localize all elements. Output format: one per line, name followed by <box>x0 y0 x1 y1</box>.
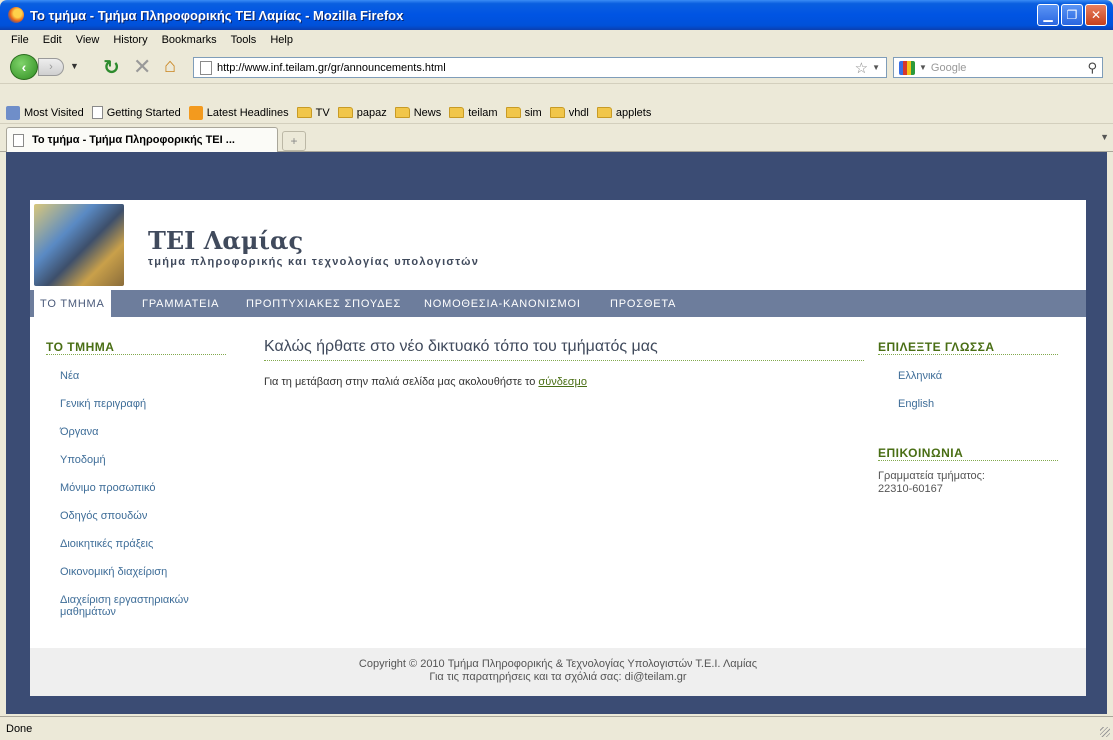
left-link-lab-courses[interactable]: Διαχείριση εργαστηριακών <box>60 594 189 606</box>
home-icon[interactable]: ⌂ <box>164 55 176 78</box>
left-link-general-description[interactable]: Γενική περιγραφή <box>60 398 146 410</box>
tab-list-dropdown-icon[interactable]: ▼ <box>1100 132 1109 142</box>
search-icon[interactable]: ⚲ <box>1087 60 1097 76</box>
bookmark-teilam[interactable]: teilam <box>449 107 498 119</box>
left-link-administrative-acts[interactable]: Διοικητικές πράξεις <box>60 538 153 550</box>
search-engine-dropdown-icon[interactable]: ▼ <box>919 63 927 72</box>
lang-greek[interactable]: Ελληνικά <box>898 370 942 382</box>
url-bar[interactable]: http://www.inf.teilam.gr/gr/announcement… <box>193 57 887 78</box>
search-input[interactable]: Google <box>931 62 1088 74</box>
footer-contact: Για τις παρατηρήσεις και τα σχόλιά σας: … <box>429 671 687 683</box>
bookmark-latest-headlines[interactable]: Latest Headlines <box>188 105 289 120</box>
folder-icon <box>549 107 565 118</box>
bookmark-most-visited[interactable]: Most Visited <box>6 105 84 120</box>
close-button[interactable]: ✕ <box>1085 4 1107 26</box>
back-button[interactable]: ‹ <box>10 54 38 80</box>
bookmark-tv[interactable]: TV <box>296 107 330 119</box>
menu-bookmarks[interactable]: Bookmarks <box>155 34 224 46</box>
minimize-button[interactable]: ▁ <box>1037 4 1059 26</box>
lang-english[interactable]: English <box>898 398 934 410</box>
folder-icon <box>505 107 521 118</box>
nav-undergraduate[interactable]: Προπτυχιακες σπουδες <box>246 290 401 317</box>
rss-icon <box>188 105 203 120</box>
left-link-news[interactable]: Νέα <box>60 370 79 382</box>
left-link-bodies[interactable]: Όργανα <box>60 426 99 438</box>
search-bar[interactable]: ▼ Google ⚲ <box>893 57 1103 78</box>
reload-icon[interactable]: ↻ <box>103 55 120 80</box>
tab-bar: Το τμήμα - Τμήμα Πληροφορικής ΤΕΙ ... + … <box>0 124 1113 152</box>
most-visited-icon <box>6 105 20 120</box>
left-column-title: ΤΟ ΤΜΗΜΑ <box>46 340 226 355</box>
menu-edit[interactable]: Edit <box>36 34 69 46</box>
bookmark-getting-started[interactable]: Getting Started <box>91 106 181 119</box>
menu-help[interactable]: Help <box>263 34 300 46</box>
contact-title: Επικοινωνια <box>878 446 1058 461</box>
folder-icon <box>596 107 612 118</box>
bookmark-sim[interactable]: sim <box>505 107 542 119</box>
left-link-permanent-staff[interactable]: Μόνιμο προσωπικό <box>60 482 155 494</box>
window-title: Το τμήμα - Τμήμα Πληροφορικής ΤΕΙ Λαμίας… <box>30 7 404 23</box>
folder-icon <box>449 107 465 118</box>
page-icon <box>200 60 212 75</box>
maximize-button[interactable]: ❐ <box>1061 4 1083 26</box>
bookmark-vhdl[interactable]: vhdl <box>549 107 589 119</box>
menu-tools[interactable]: Tools <box>224 34 264 46</box>
window-title-bar: Το τμήμα - Τμήμα Πληροφορικής ΤΕΙ Λαμίας… <box>0 0 1113 30</box>
stop-icon[interactable]: ✕ <box>133 54 151 80</box>
url-dropdown-icon[interactable]: ▼ <box>872 63 880 72</box>
site-title[interactable]: ΤΕΙ Λαμίας <box>148 226 303 255</box>
bookmark-papaz[interactable]: papaz <box>337 107 387 119</box>
bookmarks-toolbar: Most Visited Getting Started Latest Head… <box>0 102 1113 124</box>
folder-icon <box>394 107 410 118</box>
bookmark-star-icon[interactable]: ☆ <box>855 59 868 77</box>
site-nav: Το τμημα Γραμματεια Προπτυχιακες σπουδες… <box>30 290 1086 317</box>
left-link-lab-courses-line2[interactable]: μαθημάτων <box>60 606 116 618</box>
nav-secretariat[interactable]: Γραμματεια <box>142 290 219 317</box>
status-bar: Done <box>0 716 1113 740</box>
tab-active[interactable]: Το τμήμα - Τμήμα Πληροφορικής ΤΕΙ ... <box>6 127 278 152</box>
nav-legislation[interactable]: Νομοθεσια-Κανονισμοι <box>424 290 581 317</box>
main-heading: Καλώς ήρθατε στο νέο δικτυακό τόπο του τ… <box>264 338 864 361</box>
navigation-toolbar: ‹ › ▼ ↻ ✕ ⌂ http://www.inf.teilam.gr/gr/… <box>0 50 1113 84</box>
new-tab-button[interactable]: + <box>282 131 306 151</box>
footer-copyright: Copyright © 2010 Τμήμα Πληροφορικής & Τε… <box>358 658 758 670</box>
contact-info: Γραμματεία τμήματος: 22310-60167 <box>878 470 985 495</box>
history-dropdown-icon[interactable]: ▼ <box>70 61 79 71</box>
site-footer: Copyright © 2010 Τμήμα Πληροφορικής & Τε… <box>30 648 1086 696</box>
status-text: Done <box>6 722 33 735</box>
nav-extras[interactable]: Προσθετα <box>610 290 676 317</box>
left-link-study-guide[interactable]: Οδηγός σπουδών <box>60 510 147 522</box>
page-icon <box>13 133 24 147</box>
google-icon[interactable] <box>899 60 915 75</box>
main-text: Για τη μετάβαση στην παλιά σελίδα μας ακ… <box>264 376 587 388</box>
left-link-financial-management[interactable]: Οικονομική διαχείριση <box>60 566 167 578</box>
menu-file[interactable]: File <box>4 34 36 46</box>
site-logo[interactable] <box>34 204 124 286</box>
menu-history[interactable]: History <box>106 34 154 46</box>
site-header: ΤΕΙ Λαμίας τμήμα πληροφορικής και τεχνολ… <box>30 200 1086 290</box>
folder-icon <box>296 107 312 118</box>
forward-button[interactable]: › <box>38 58 64 76</box>
bookmark-news[interactable]: News <box>394 107 441 119</box>
language-title: Επιλεξτε Γλωσσα <box>878 340 1058 355</box>
old-site-link[interactable]: σύνδεσμο <box>538 376 587 388</box>
folder-icon <box>337 107 353 118</box>
tab-label: Το τμήμα - Τμήμα Πληροφορικής ΤΕΙ ... <box>32 134 235 146</box>
site-container: ΤΕΙ Λαμίας τμήμα πληροφορικής και τεχνολ… <box>30 200 1086 696</box>
menu-view[interactable]: View <box>69 34 107 46</box>
url-input[interactable]: http://www.inf.teilam.gr/gr/announcement… <box>217 62 855 74</box>
site-subtitle: τμήμα πληροφορικής και τεχνολογίας υπολο… <box>148 256 480 268</box>
menu-bar: File Edit View History Bookmarks Tools H… <box>0 30 1113 50</box>
nav-department[interactable]: Το τμημα <box>34 290 111 317</box>
left-link-infrastructure[interactable]: Υποδομή <box>60 454 106 466</box>
page-viewport: ΤΕΙ Λαμίας τμήμα πληροφορικής και τεχνολ… <box>6 152 1107 714</box>
resize-grip-icon[interactable] <box>1100 727 1110 737</box>
firefox-icon <box>8 7 24 23</box>
bookmark-applets[interactable]: applets <box>596 107 651 119</box>
page-icon <box>91 106 103 119</box>
